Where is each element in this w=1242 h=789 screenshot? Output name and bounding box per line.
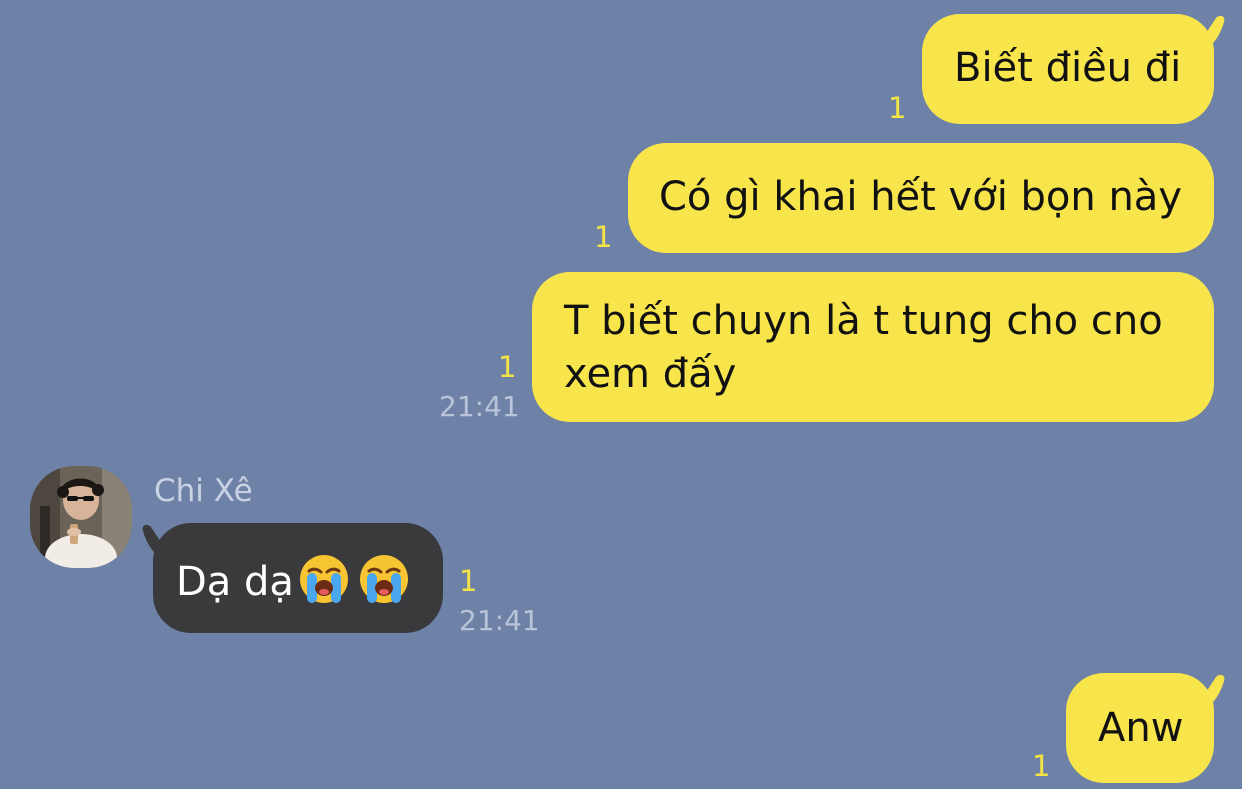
loudly-crying-face-icon [298,553,350,605]
bubble-tail [142,524,179,563]
outgoing-message-bubble[interactable]: Anw [1066,673,1225,783]
unread-count: 1 [888,91,907,125]
message-text: T biết chuyn là t tung cho cno xem đấy [564,298,1163,397]
unread-count: 1 [498,350,517,384]
unread-count: 1 [1032,749,1051,783]
avatar-photo [30,466,132,568]
unread-count: 1 [594,220,613,254]
incoming-message-bubble[interactable]: Dạ dạ [142,523,443,633]
loudly-crying-face-icon [358,553,410,605]
message-timestamp: 21:41 [439,390,520,423]
bubble-tail [1188,15,1225,54]
outgoing-message-bubble[interactable]: Biết điều đi [922,14,1225,124]
outgoing-message-bubble[interactable]: T biết chuyn là t tung cho cno xem đấy [532,272,1214,422]
sender-name: Chi Xê [154,473,253,509]
chat-thread[interactable]: Biết điều đi 1 Có gì khai hết với bọn nà… [0,0,1242,789]
message-text: Anw [1098,705,1184,751]
message-timestamp: 21:41 [459,604,540,637]
bubble-tail [1188,674,1225,713]
outgoing-message-bubble[interactable]: Có gì khai hết với bọn này [628,143,1214,253]
unread-count: 1 [459,564,478,598]
avatar[interactable] [30,466,132,568]
message-text: Dạ dạ [176,559,294,605]
message-text: Biết điều đi [954,45,1182,91]
message-text: Có gì khai hết với bọn này [659,174,1182,220]
